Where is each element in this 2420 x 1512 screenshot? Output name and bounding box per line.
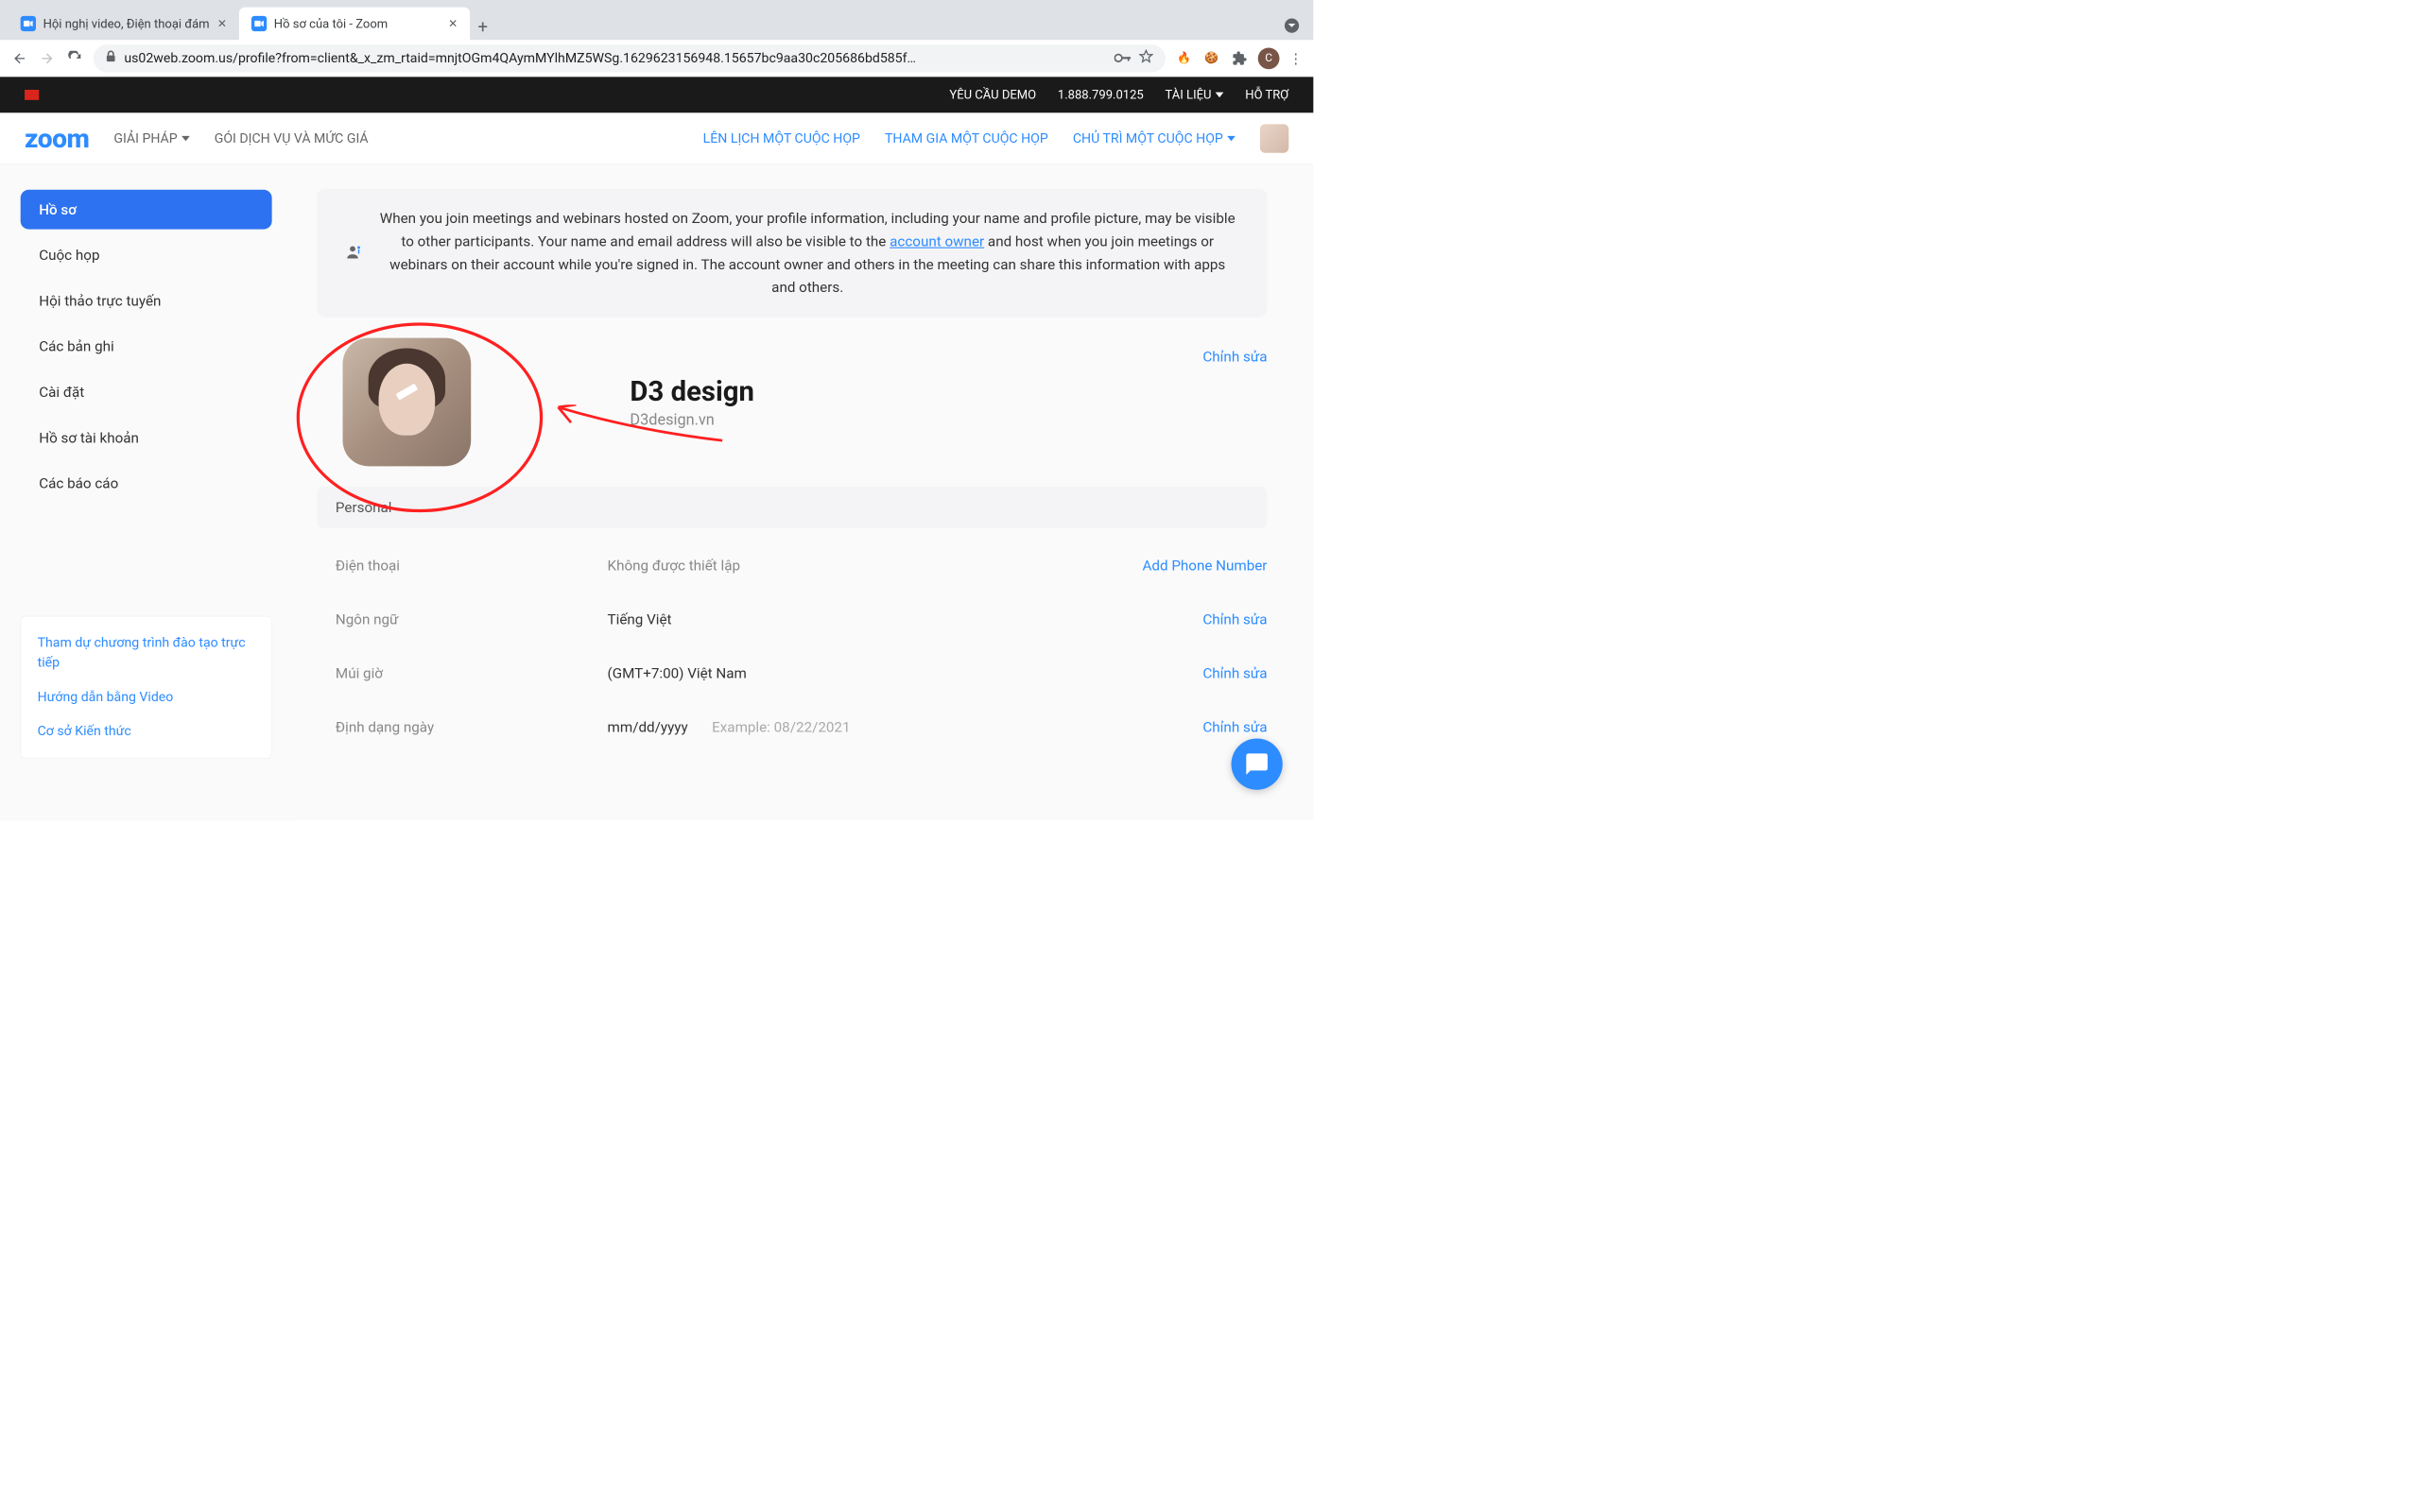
close-icon[interactable]: ✕: [217, 17, 227, 30]
sidebar-item-webinars[interactable]: Hội thảo trực tuyến: [21, 281, 272, 320]
plans-nav[interactable]: GÓI DỊCH VỤ VÀ MỨC GIÁ: [215, 130, 369, 146]
privacy-info-banner: When you join meetings and webinars host…: [317, 189, 1267, 318]
field-row-language: Ngôn ngữ Tiếng Việt Chỉnh sửa: [317, 593, 1267, 646]
field-row-phone: Điện thoại Không được thiết lập Add Phon…: [317, 539, 1267, 593]
zoom-favicon-icon: [251, 16, 267, 31]
sidebar-item-profile[interactable]: Hồ sơ: [21, 190, 272, 230]
resources-label: TÀI LIỆU: [1166, 88, 1212, 102]
host-label: CHỦ TRÌ MỘT CUỘC HỌP: [1073, 130, 1223, 146]
dateformat-value: mm/dd/yyyy: [608, 718, 688, 735]
browser-tab-active[interactable]: Hồ sơ của tôi - Zoom ✕: [239, 8, 470, 41]
edit-language-link[interactable]: Chỉnh sửa: [1202, 610, 1267, 627]
profile-info: D3 design D3design.vn: [630, 375, 753, 428]
browser-tab-strip: Hội nghị video, Điện thoại đám ✕ Hồ sơ c…: [0, 0, 1313, 40]
profile-name: D3 design: [630, 375, 753, 407]
field-label: Điện thoại: [336, 557, 608, 574]
edit-dateformat-link[interactable]: Chỉnh sửa: [1202, 718, 1267, 735]
support-link[interactable]: HỖ TRỢ: [1245, 88, 1288, 102]
sidebar-item-account-profile[interactable]: Hồ sơ tài khoản: [21, 418, 272, 457]
resources-link[interactable]: TÀI LIỆU: [1166, 88, 1224, 102]
sidebar-item-settings[interactable]: Cài đặt: [21, 372, 272, 412]
lock-icon: [106, 50, 116, 66]
edit-profile-link[interactable]: Chỉnh sửa: [1202, 349, 1267, 366]
sidebar-item-meetings[interactable]: Cuộc họp: [21, 235, 272, 275]
bookmark-star-icon[interactable]: [1139, 49, 1153, 67]
field-label: Ngôn ngữ: [336, 610, 608, 627]
field-label: Định dạng ngày: [336, 718, 608, 735]
edit-timezone-link[interactable]: Chỉnh sửa: [1202, 664, 1267, 681]
account-owner-link[interactable]: account owner: [890, 232, 984, 249]
extension-cookie-icon[interactable]: 🍪: [1202, 49, 1221, 68]
password-key-icon[interactable]: [1115, 50, 1131, 65]
solutions-label: GIẢI PHÁP: [113, 130, 177, 146]
tab-title: Hội nghị video, Điện thoại đám: [43, 16, 211, 30]
field-value: Tiếng Việt: [608, 610, 1249, 627]
join-meeting-link[interactable]: THAM GIA MỘT CUỘC HỌP: [885, 130, 1048, 146]
field-label: Múi giờ: [336, 664, 608, 681]
user-avatar[interactable]: [1260, 124, 1288, 152]
chrome-window-dropdown[interactable]: [1285, 19, 1299, 33]
knowledge-base-link[interactable]: Cơ sở Kiến thức: [38, 722, 255, 742]
training-link[interactable]: Tham dự chương trình đào tạo trực tiếp: [38, 633, 255, 673]
phone-number[interactable]: 1.888.799.0125: [1058, 88, 1144, 102]
field-value: mm/dd/yyyy Example: 08/22/2021: [608, 718, 1249, 735]
sidebar-help-box: Tham dự chương trình đào tạo trực tiếp H…: [21, 616, 272, 759]
tab-title: Hồ sơ của tôi - Zoom: [274, 16, 441, 30]
browser-toolbar: us02web.zoom.us/profile?from=client&_x_z…: [0, 40, 1313, 77]
zoom-main-nav: zoom GIẢI PHÁP GÓI DỊCH VỤ VÀ MỨC GIÁ LÊ…: [0, 112, 1313, 163]
content-area: When you join meetings and webinars host…: [292, 164, 1313, 821]
field-row-dateformat: Định dạng ngày mm/dd/yyyy Example: 08/22…: [317, 700, 1267, 754]
solutions-nav[interactable]: GIẢI PHÁP: [113, 130, 189, 146]
forward-button: [38, 49, 57, 68]
section-header-personal: Personal: [317, 487, 1267, 528]
host-meeting-link[interactable]: CHỦ TRÌ MỘT CUỘC HỌP: [1073, 130, 1236, 146]
profile-header-row: D3 design D3design.vn Chỉnh sửa: [317, 338, 1267, 467]
address-bar[interactable]: us02web.zoom.us/profile?from=client&_x_z…: [94, 44, 1166, 72]
back-button[interactable]: [10, 49, 29, 68]
sidebar: Hồ sơ Cuộc họp Hội thảo trực tuyến Các b…: [0, 164, 292, 821]
chevron-down-icon: [1227, 136, 1236, 141]
dateformat-example: Example: 08/22/2021: [712, 718, 850, 735]
zoom-favicon-icon: [21, 16, 36, 31]
profile-subtitle: D3design.vn: [630, 411, 753, 429]
sidebar-item-recordings[interactable]: Các bản ghi: [21, 327, 272, 367]
chat-help-button[interactable]: [1231, 738, 1282, 789]
reload-button[interactable]: [65, 49, 84, 68]
url-text: us02web.zoom.us/profile?from=client&_x_z…: [124, 50, 1106, 65]
sidebar-item-reports[interactable]: Các báo cáo: [21, 464, 272, 504]
profile-avatar[interactable]: [343, 338, 472, 467]
new-tab-button[interactable]: +: [470, 14, 495, 40]
main-layout: Hồ sơ Cuộc họp Hội thảo trực tuyến Các b…: [0, 164, 1313, 821]
chevron-down-icon: [182, 136, 190, 141]
extension-fire-icon[interactable]: 🔥: [1175, 49, 1194, 68]
chevron-down-icon: [1216, 93, 1224, 97]
browser-tab-inactive[interactable]: Hội nghị video, Điện thoại đám ✕: [9, 8, 239, 41]
field-row-timezone: Múi giờ (GMT+7:00) Việt Nam Chỉnh sửa: [317, 646, 1267, 700]
banner-text: When you join meetings and webinars host…: [376, 207, 1238, 299]
avatar-container: [343, 338, 476, 467]
schedule-meeting-link[interactable]: LÊN LỊCH MỘT CUỘC HỌP: [703, 130, 860, 146]
flag-icon: [25, 90, 39, 100]
extensions-puzzle-icon[interactable]: [1230, 49, 1249, 68]
field-value: (GMT+7:00) Việt Nam: [608, 664, 1249, 681]
close-icon[interactable]: ✕: [448, 17, 458, 30]
chrome-menu-button[interactable]: ⋮: [1288, 50, 1303, 67]
person-info-icon: [346, 244, 362, 263]
video-tutorials-link[interactable]: Hướng dẫn bằng Video: [38, 687, 255, 707]
request-demo-link[interactable]: YÊU CẦU DEMO: [949, 88, 1036, 102]
zoom-utility-bar: YÊU CẦU DEMO 1.888.799.0125 TÀI LIỆU HỖ …: [0, 77, 1313, 112]
zoom-logo[interactable]: zoom: [25, 123, 89, 154]
add-phone-link[interactable]: Add Phone Number: [1143, 557, 1268, 574]
chrome-profile-avatar[interactable]: C: [1258, 47, 1280, 69]
